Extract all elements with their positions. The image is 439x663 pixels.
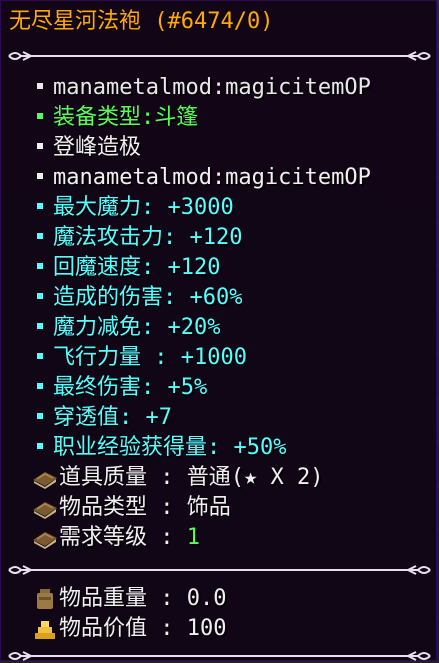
gold-icon	[33, 617, 61, 641]
stat-line: 物品重量 : 0.0	[59, 584, 227, 614]
attribute-line: 登峰造极	[37, 133, 141, 163]
attribute-text: 造成的伤害: +60%	[53, 285, 243, 310]
stat-label: 物品重量	[59, 586, 148, 611]
property-line: 需求等级 : 1	[59, 523, 200, 553]
stat-value: 100	[186, 616, 227, 641]
bullet-icon	[37, 203, 43, 209]
property-line: 道具质量 : 普通(★ X 2)	[59, 463, 323, 493]
property-value: 1	[186, 525, 201, 550]
book-icon	[31, 526, 59, 550]
attribute-line: manametalmod:magicitemOP	[37, 163, 371, 193]
attribute-text: 魔力减免: +20%	[53, 315, 221, 340]
attribute-text: 职业经验获得量: +50%	[53, 435, 287, 460]
ornament-separator	[8, 565, 431, 575]
bullet-icon	[37, 173, 43, 179]
bullet-icon	[37, 413, 43, 419]
property-label: 需求等级	[59, 525, 148, 550]
property-value: 饰品	[186, 495, 231, 520]
ornament-separator	[8, 51, 431, 61]
stat-separator: :	[147, 616, 187, 641]
stat-line: 物品价值 : 100	[59, 614, 227, 644]
bullet-icon	[37, 263, 43, 269]
attribute-line: 造成的伤害: +60%	[37, 283, 242, 313]
property-label: 道具质量	[59, 465, 148, 490]
bullet-icon	[37, 83, 43, 89]
bag-icon	[33, 587, 61, 611]
property-value: 普通(★ X 2)	[186, 465, 324, 490]
book-icon	[31, 466, 59, 490]
attribute-line: 魔力减免: +20%	[37, 313, 220, 343]
stat-label: 物品价值	[59, 616, 148, 641]
attribute-line: 回魔速度: +120	[37, 253, 220, 283]
bullet-icon	[37, 323, 43, 329]
bullet-icon	[37, 143, 43, 149]
ornament-separator	[8, 651, 431, 661]
property-separator: :	[147, 465, 187, 490]
book-icon	[31, 496, 59, 520]
attribute-line: 最大魔力: +3000	[37, 193, 234, 223]
attribute-text: 回魔速度: +120	[53, 255, 221, 280]
stat-separator: :	[147, 586, 187, 611]
attribute-text: 装备类型:斗篷	[53, 105, 199, 130]
item-tooltip: 无尽星河法袍 (#6474/0) manametalmod:magicitemO…	[0, 0, 437, 661]
attribute-text: manametalmod:magicitemOP	[53, 165, 371, 190]
attribute-text: manametalmod:magicitemOP	[53, 75, 371, 100]
property-line: 物品类型 : 饰品	[59, 493, 231, 523]
bullet-icon	[37, 233, 43, 239]
bullet-icon	[37, 293, 43, 299]
item-title: 无尽星河法袍 (#6474/0)	[9, 9, 274, 34]
bullet-icon	[37, 353, 43, 359]
bullet-icon	[37, 443, 43, 449]
property-separator: :	[147, 525, 187, 550]
attribute-line: 魔法攻击力: +120	[37, 223, 242, 253]
bullet-icon	[37, 113, 43, 119]
bullet-icon	[37, 383, 43, 389]
property-separator: :	[147, 495, 187, 520]
attribute-line: 飞行力量 : +1000	[37, 343, 247, 373]
attribute-line: 最终伤害: +5%	[37, 373, 207, 403]
attribute-text: 最大魔力: +3000	[53, 195, 234, 220]
attribute-text: 穿透值: +7	[53, 405, 172, 430]
property-label: 物品类型	[59, 495, 148, 520]
attribute-text: 最终伤害: +5%	[53, 375, 208, 400]
attribute-line: 穿透值: +7	[37, 403, 172, 433]
attribute-line: 职业经验获得量: +50%	[37, 433, 286, 463]
attribute-text: 飞行力量 : +1000	[53, 345, 247, 370]
attribute-line: manametalmod:magicitemOP	[37, 73, 371, 103]
attribute-text: 魔法攻击力: +120	[53, 225, 243, 250]
attribute-text: 登峰造极	[53, 135, 142, 160]
attribute-line: 装备类型:斗篷	[37, 103, 198, 133]
stat-value: 0.0	[186, 586, 227, 611]
